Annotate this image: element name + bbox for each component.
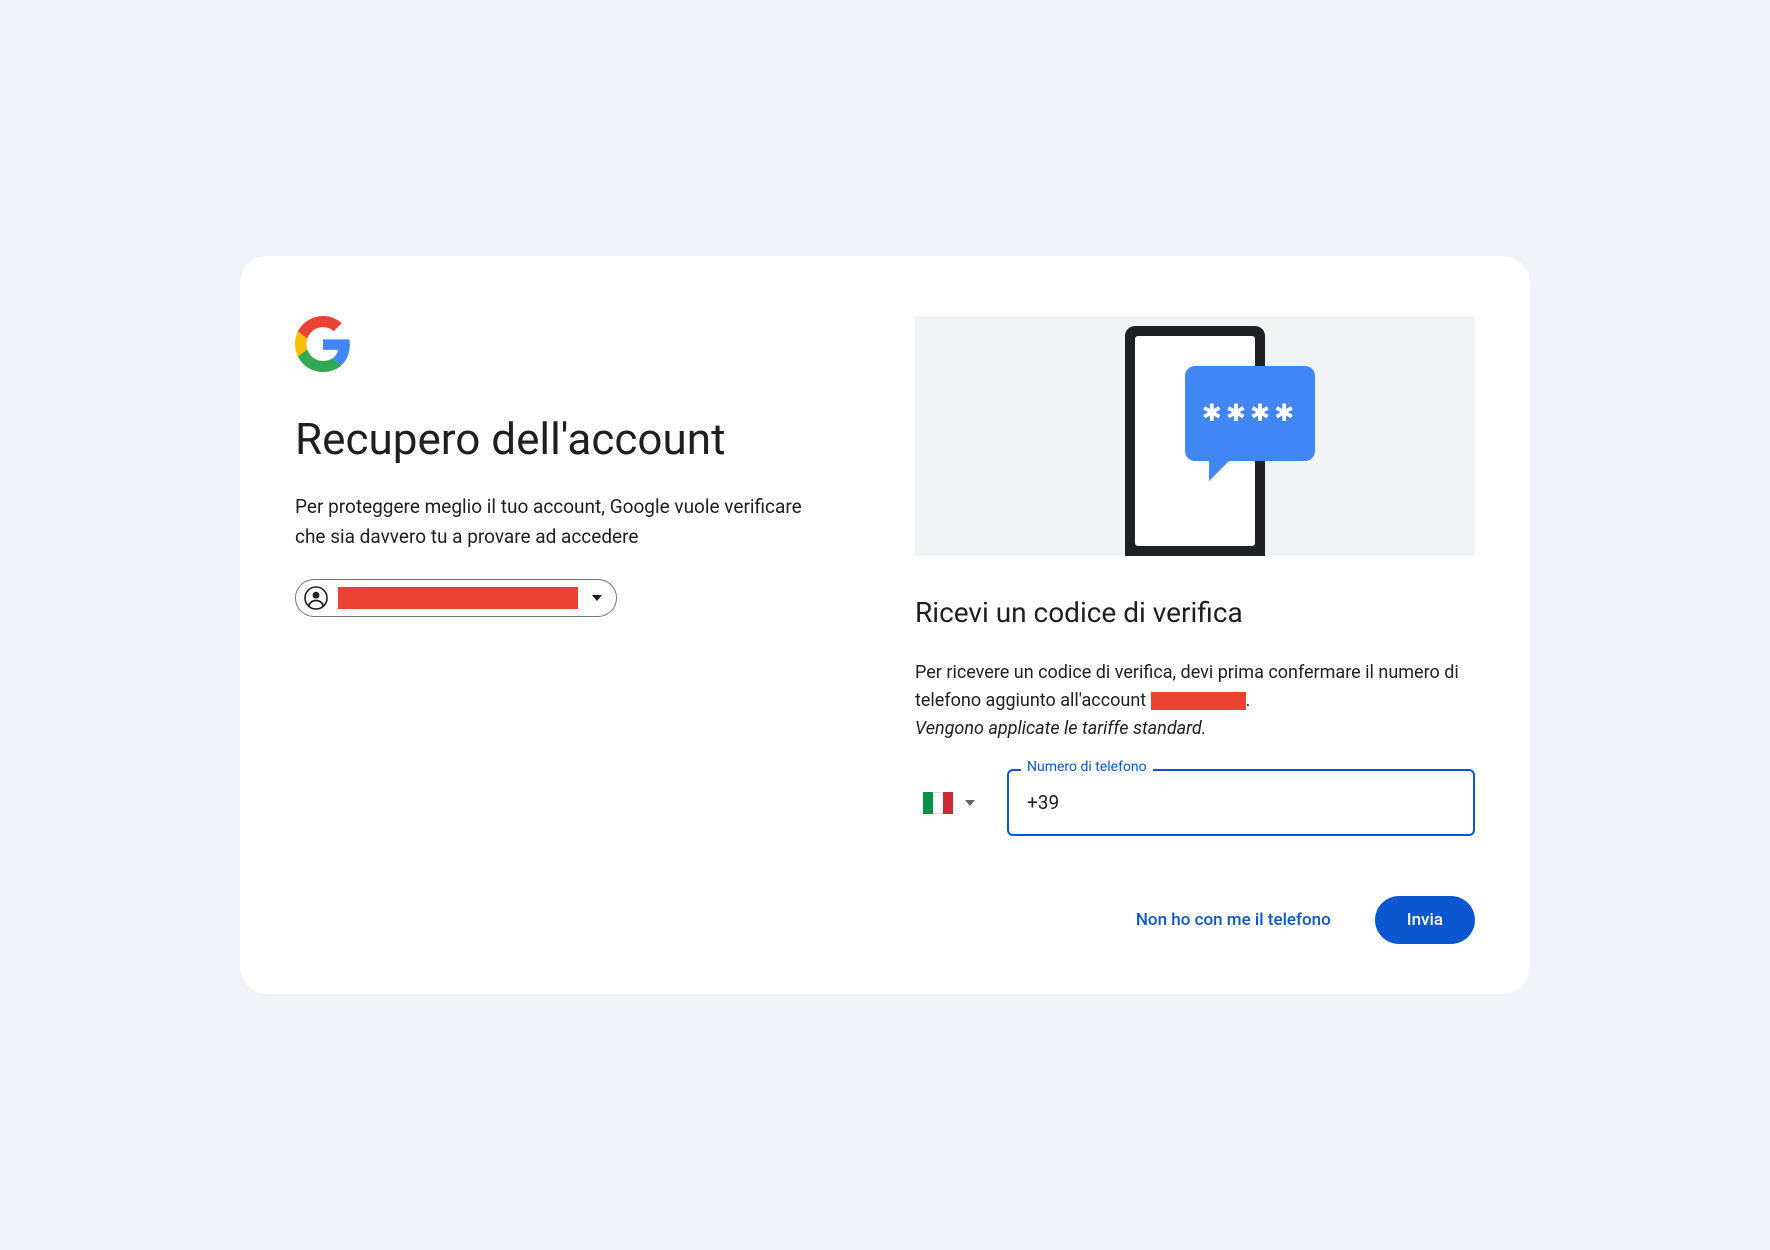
phone-input-row: Numero di telefono	[915, 769, 1475, 836]
verification-illustration: ✱✱✱✱	[915, 316, 1475, 556]
account-recovery-card: Recupero dell'account Per proteggere meg…	[240, 256, 1530, 995]
page-title: Recupero dell'account	[295, 414, 855, 465]
chevron-down-icon	[592, 595, 602, 601]
google-logo-icon	[295, 316, 855, 372]
phone-field: Numero di telefono	[1007, 769, 1475, 836]
phone-input-label: Numero di telefono	[1021, 759, 1153, 775]
person-icon	[304, 586, 328, 610]
country-selector[interactable]	[915, 784, 983, 822]
phone-icon: ✱✱✱✱	[1125, 326, 1265, 556]
code-stars: ✱✱✱✱	[1202, 399, 1298, 427]
page-subtitle: Per proteggere meglio il tuo account, Go…	[295, 492, 835, 551]
submit-button[interactable]: Invia	[1375, 896, 1475, 944]
account-email-redacted	[338, 587, 578, 609]
left-column: Recupero dell'account Per proteggere meg…	[295, 316, 855, 945]
section-body: Per ricevere un codice di verifica, devi…	[915, 659, 1475, 715]
account-selector-chip[interactable]	[295, 579, 617, 617]
actions-row: Non ho con me il telefono Invia	[915, 896, 1475, 944]
phone-input[interactable]	[1007, 769, 1475, 836]
no-phone-button[interactable]: Non ho con me il telefono	[1132, 900, 1335, 940]
account-name-redacted	[1151, 692, 1246, 710]
standard-rates-note: Vengono applicate le tariffe standard.	[915, 718, 1475, 739]
italy-flag-icon	[923, 792, 953, 814]
section-title: Ricevi un codice di verifica	[915, 596, 1475, 629]
chevron-down-icon	[965, 800, 975, 806]
section-body-suffix: .	[1246, 690, 1251, 711]
code-bubble-icon: ✱✱✱✱	[1185, 366, 1315, 461]
right-column: ✱✱✱✱ Ricevi un codice di verifica Per ri…	[915, 316, 1475, 945]
